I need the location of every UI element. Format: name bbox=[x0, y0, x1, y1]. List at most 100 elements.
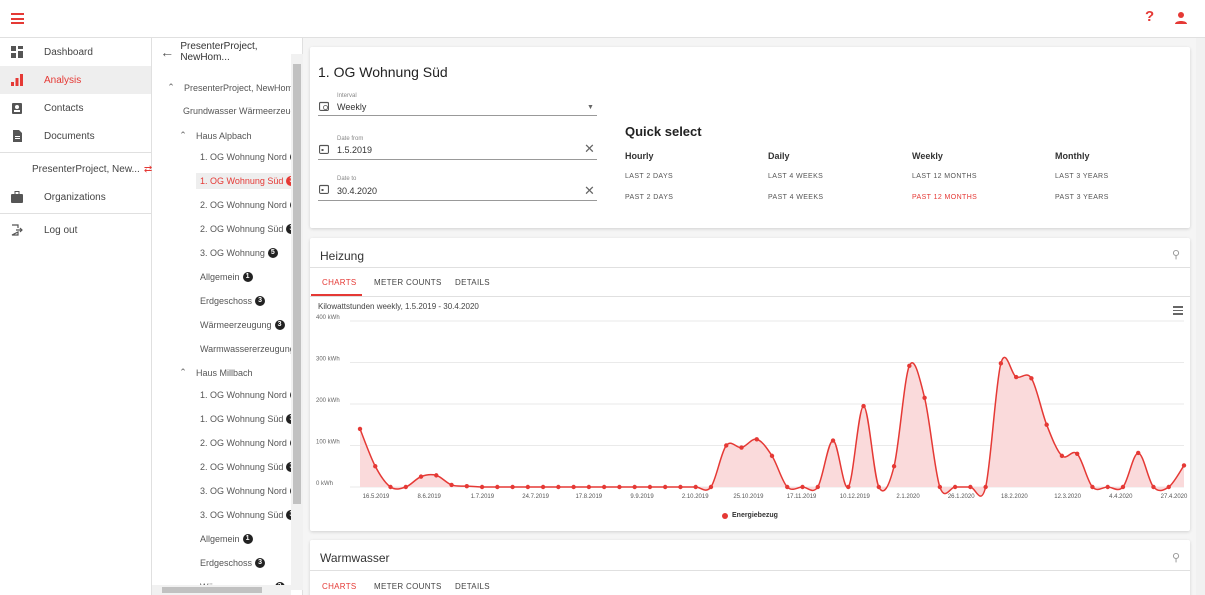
tree-horizontal-scrollbar[interactable] bbox=[152, 585, 291, 595]
user-icon[interactable] bbox=[1174, 11, 1188, 25]
tree-scrollbar[interactable] bbox=[291, 54, 303, 590]
data-point[interactable] bbox=[678, 484, 683, 490]
data-point[interactable] bbox=[1136, 450, 1141, 456]
date-from-input[interactable]: 1.5.2019 bbox=[337, 145, 372, 155]
data-point[interactable] bbox=[479, 484, 485, 490]
tree-item[interactable]: Allgemein 1 bbox=[200, 272, 253, 282]
tree-item[interactable]: ⌃ Haus Alpbach bbox=[176, 130, 251, 141]
data-point[interactable] bbox=[556, 484, 561, 490]
tree-item[interactable]: Grundwasser Wärmeerzeugung bbox=[183, 106, 302, 116]
tab-details[interactable]: DETAILS bbox=[455, 278, 490, 287]
tree-item[interactable]: 2. OG Wohnung Süd3 bbox=[200, 462, 297, 472]
tab-charts[interactable]: CHARTS bbox=[322, 278, 357, 287]
data-point[interactable] bbox=[846, 484, 851, 490]
date-to-input[interactable]: 30.4.2020 bbox=[337, 186, 377, 196]
data-point[interactable] bbox=[815, 484, 820, 490]
data-point[interactable] bbox=[1074, 451, 1080, 456]
tab-charts[interactable]: CHARTS bbox=[322, 582, 357, 591]
chevron-up-icon[interactable]: ⌃ bbox=[164, 82, 178, 93]
swap-icon[interactable]: ⇄ bbox=[144, 164, 152, 175]
data-point[interactable] bbox=[800, 484, 805, 490]
data-point[interactable] bbox=[1013, 374, 1019, 380]
data-point[interactable] bbox=[708, 484, 714, 490]
data-point[interactable] bbox=[632, 484, 637, 490]
data-point[interactable] bbox=[693, 484, 698, 490]
data-point[interactable] bbox=[785, 484, 790, 490]
tree-root[interactable]: ⌃ PresenterProject, NewHome 10 bbox=[164, 82, 302, 93]
sidebar-item-analysis[interactable]: Analysis bbox=[0, 66, 151, 94]
quick-select-last-link[interactable]: LAST 3 YEARS bbox=[1055, 173, 1109, 180]
data-point[interactable] bbox=[739, 445, 744, 450]
data-point[interactable] bbox=[434, 473, 439, 478]
help-icon[interactable]: ? bbox=[1145, 8, 1154, 25]
data-point[interactable] bbox=[403, 484, 408, 490]
quick-select-last-link[interactable]: LAST 2 DAYS bbox=[625, 173, 673, 180]
tree-item[interactable]: 2. OG Wohnung Nord3 bbox=[200, 438, 300, 448]
data-point[interactable] bbox=[907, 363, 912, 369]
tree-item[interactable]: 3. OG Wohnung Nord3 bbox=[200, 486, 300, 496]
data-point[interactable] bbox=[1120, 484, 1126, 490]
tab-meter-counts[interactable]: METER COUNTS bbox=[374, 278, 442, 287]
data-point[interactable] bbox=[464, 483, 470, 489]
tree-item[interactable]: 2. OG Wohnung Nord3 bbox=[200, 200, 300, 210]
zoom-icon[interactable]: ⚲ bbox=[1172, 551, 1180, 564]
chart-legend[interactable]: Energiebezug bbox=[722, 512, 778, 519]
quick-select-last-link[interactable]: LAST 4 WEEKS bbox=[768, 173, 823, 180]
tree-item[interactable]: 1. OG Wohnung Süd3 bbox=[200, 414, 297, 424]
clear-date-from-icon[interactable]: ✕ bbox=[584, 141, 595, 157]
tab-details[interactable]: DETAILS bbox=[455, 582, 490, 591]
data-point[interactable] bbox=[357, 426, 363, 432]
data-point[interactable] bbox=[510, 484, 515, 490]
clear-date-to-icon[interactable]: ✕ bbox=[584, 183, 595, 199]
sidebar-item-presenterproject-new[interactable]: PresenterProject, New... ⇄ bbox=[0, 155, 152, 183]
data-point[interactable] bbox=[769, 453, 775, 459]
data-point[interactable] bbox=[418, 474, 424, 479]
menu-icon[interactable] bbox=[11, 13, 24, 24]
sidebar-item-contacts[interactable]: Contacts bbox=[0, 94, 151, 122]
data-point[interactable] bbox=[647, 484, 653, 490]
tree-item[interactable]: 3. OG Wohnung 5 bbox=[200, 248, 278, 258]
tree-item[interactable]: 1. OG Wohnung Süd3 bbox=[196, 173, 301, 189]
data-point[interactable] bbox=[1181, 463, 1187, 468]
tree-item[interactable]: 3. OG Wohnung Süd3 bbox=[200, 510, 297, 520]
interval-select[interactable]: Weekly bbox=[337, 102, 366, 112]
data-point[interactable] bbox=[724, 443, 729, 448]
data-point[interactable] bbox=[601, 484, 607, 490]
quick-select-past-link[interactable]: PAST 2 DAYS bbox=[625, 194, 673, 201]
data-point[interactable] bbox=[861, 403, 866, 409]
chevron-up-icon[interactable]: ⌃ bbox=[176, 367, 190, 378]
data-point[interactable] bbox=[891, 464, 897, 469]
data-point[interactable] bbox=[373, 464, 378, 469]
data-point[interactable] bbox=[983, 484, 988, 490]
data-point[interactable] bbox=[1105, 484, 1110, 490]
tree-item[interactable]: Allgemein 1 bbox=[200, 534, 253, 544]
back-arrow-icon[interactable]: ← bbox=[154, 44, 180, 60]
data-point[interactable] bbox=[540, 484, 546, 490]
chevron-down-icon[interactable]: ▼ bbox=[587, 104, 594, 111]
data-point[interactable] bbox=[586, 484, 592, 490]
tree-item[interactable]: 2. OG Wohnung Süd3 bbox=[200, 224, 297, 234]
data-point[interactable] bbox=[617, 484, 622, 490]
sidebar-item-documents[interactable]: Documents bbox=[0, 122, 151, 150]
tree-item[interactable]: Wärmeerzeugung3 bbox=[200, 320, 285, 330]
quick-select-last-link[interactable]: LAST 12 MONTHS bbox=[912, 173, 977, 180]
tree-item[interactable]: 1. OG Wohnung Nord3 bbox=[200, 152, 300, 162]
data-point[interactable] bbox=[1029, 376, 1034, 381]
data-point[interactable] bbox=[830, 438, 836, 443]
data-point[interactable] bbox=[495, 484, 500, 490]
main-scrollbar[interactable] bbox=[1196, 38, 1205, 595]
data-point[interactable] bbox=[1166, 484, 1171, 490]
data-point[interactable] bbox=[1044, 422, 1049, 427]
data-point[interactable] bbox=[754, 437, 759, 442]
sidebar-item-dashboard[interactable]: Dashboard bbox=[0, 38, 151, 66]
data-point[interactable] bbox=[968, 484, 973, 490]
tree-item[interactable]: Erdgeschoss 3 bbox=[200, 558, 266, 568]
tree-item[interactable]: ⌃ Haus Millbach bbox=[176, 367, 252, 378]
tree-item[interactable]: 1. OG Wohnung Nord3 bbox=[200, 390, 300, 400]
quick-select-past-link[interactable]: PAST 12 MONTHS bbox=[912, 194, 977, 201]
tab-meter-counts[interactable]: METER COUNTS bbox=[374, 582, 442, 591]
data-point[interactable] bbox=[998, 361, 1004, 366]
data-point[interactable] bbox=[1090, 484, 1095, 490]
data-point[interactable] bbox=[937, 484, 943, 490]
sidebar-item-organizations[interactable]: Organizations bbox=[0, 183, 151, 211]
